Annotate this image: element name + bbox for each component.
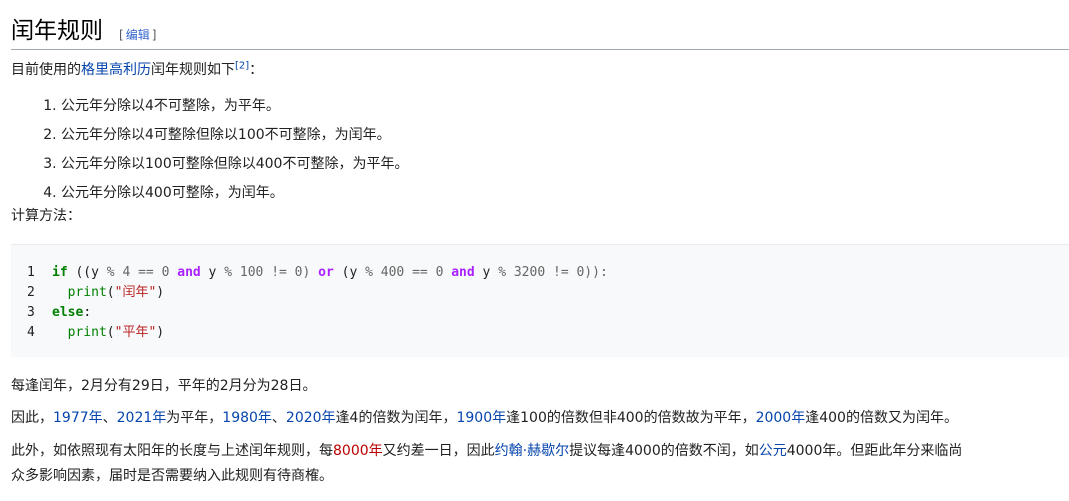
calc-label: 计算方法： — [11, 208, 81, 224]
code-line-4: print("平年") — [67, 325, 165, 340]
year-2021-link[interactable]: 2021年 — [117, 410, 167, 426]
common-era-link[interactable]: 公元 — [759, 443, 787, 459]
line-number: 2 — [27, 285, 35, 300]
year-2000-link[interactable]: 2000年 — [756, 410, 806, 426]
line-numbers: 1 2 3 4 — [27, 263, 35, 343]
intro-paragraph: 目前使用的格里高利历闰年规则如下[2]： — [11, 59, 263, 81]
examples-paragraph: 因此，1977年、2021年为平年，1980年、2020年逢4的倍数为闰年，19… — [11, 410, 958, 426]
john-herschel-link[interactable]: 约翰·赫歇尔 — [495, 443, 569, 459]
list-item: 公元年分除以4可整除但除以100不可整除，为闰年。 — [61, 121, 408, 150]
code-line-1: if ((y % 4 == 0 and y % 100 != 0) or (y … — [52, 265, 608, 280]
leap-days-paragraph: 每逢闰年，2月分有29日，平年的2月分为28日。 — [11, 378, 317, 394]
list-item: 公元年分除以100可整除但除以400不可整除，为平年。 — [61, 150, 408, 179]
intro-colon: ： — [249, 62, 264, 78]
list-item: 公元年分除以400可整除，为闰年。 — [61, 179, 408, 208]
code-block[interactable]: 1 2 3 4 if ((y % 4 == 0 and y % 100 != 0… — [11, 244, 1069, 357]
line-number: 3 — [27, 305, 35, 320]
edit-link[interactable]: 编辑 — [124, 28, 152, 42]
year-1900-link[interactable]: 1900年 — [456, 410, 506, 426]
intro-text: 目前使用的 — [11, 62, 81, 78]
section-title: 闰年规则 — [11, 18, 103, 44]
code-line-3: else: — [52, 305, 92, 320]
section-heading: 闰年规则 [编辑] — [11, 14, 1069, 50]
list-item: 公元年分除以4不可整除，为平年。 — [61, 92, 408, 121]
herschel-paragraph-line-2: 众多影响因素，届时是否需要纳入此规则有待商榷。 — [11, 468, 333, 484]
line-number: 1 — [27, 265, 35, 280]
year-1980-link[interactable]: 1980年 — [222, 410, 272, 426]
year-2020-link[interactable]: 2020年 — [286, 410, 336, 426]
rules-list: 公元年分除以4不可整除，为平年。 公元年分除以4可整除但除以100不可整除，为闰… — [43, 92, 408, 208]
code-line-2: print("闰年") — [67, 285, 165, 300]
year-1977-link[interactable]: 1977年 — [53, 410, 103, 426]
year-8000-link[interactable]: 8000年 — [333, 443, 383, 459]
gregorian-calendar-link[interactable]: 格里高利历 — [81, 62, 151, 78]
intro-text-2: 闰年规则如下 — [151, 62, 235, 78]
edit-section: [编辑] — [119, 28, 157, 42]
herschel-paragraph: 此外，如依照现有太阳年的长度与上述闰年规则，每8000年又约差一日，因此约翰·赫… — [11, 443, 963, 459]
line-number: 4 — [27, 325, 35, 340]
code-content: if ((y % 4 == 0 and y % 100 != 0) or (y … — [52, 263, 608, 343]
reference-link[interactable]: [2] — [235, 60, 249, 71]
